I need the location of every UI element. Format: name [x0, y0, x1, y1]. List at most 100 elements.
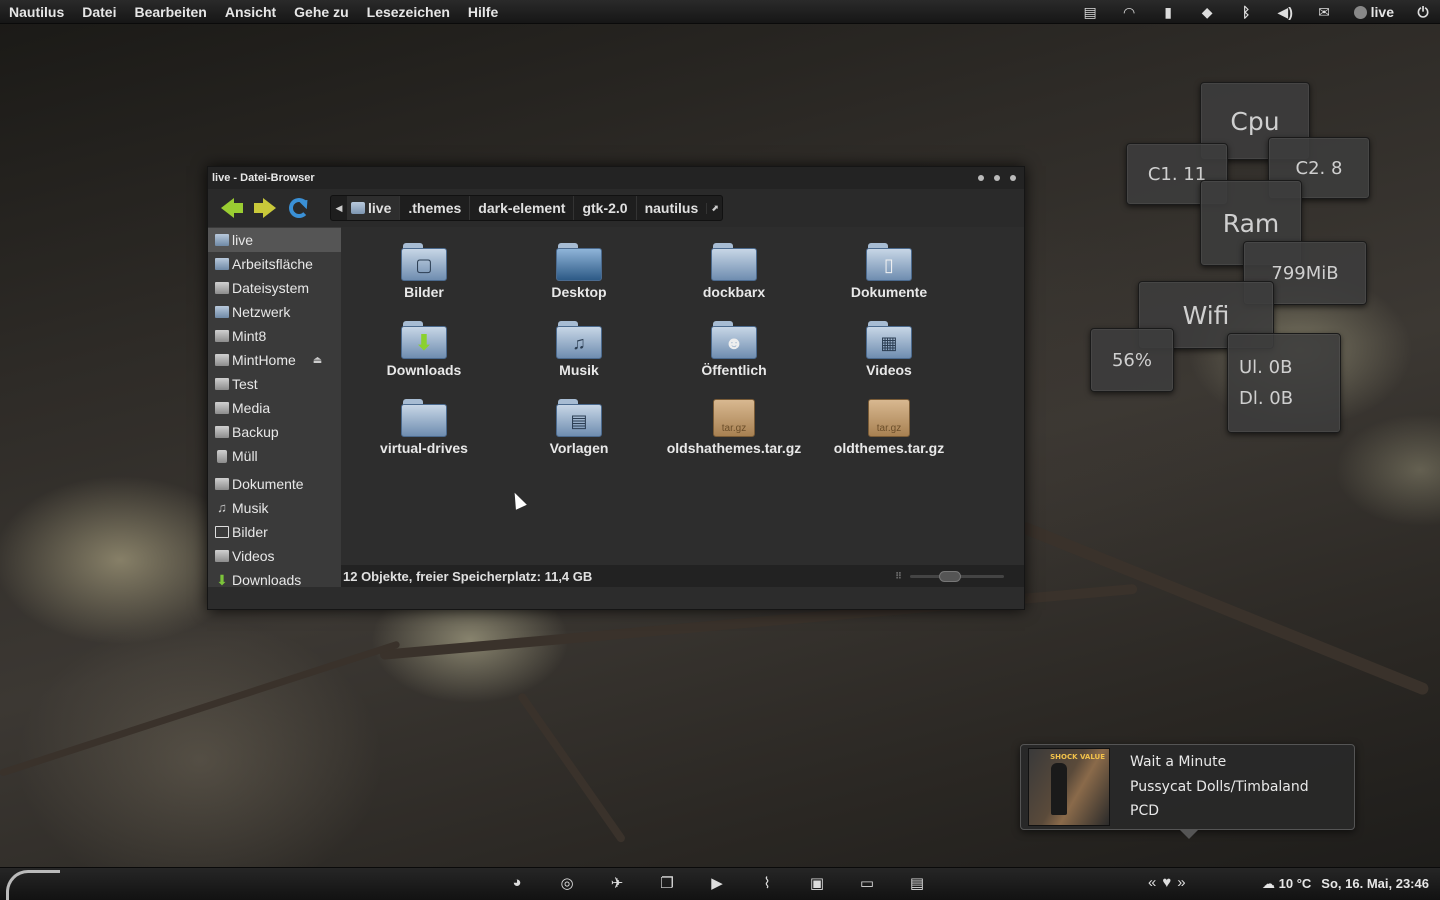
sidebar-item-bilder[interactable]: Bilder [208, 520, 341, 544]
menu-datei[interactable]: Datei [73, 4, 125, 20]
folder-pictures-icon: ▢ [401, 243, 447, 281]
window-switcher-icon[interactable]: ❐ [642, 874, 692, 892]
breadcrumb-live[interactable]: live [347, 196, 400, 220]
folder-templates-icon: ▤ [556, 399, 602, 437]
sidebar-item-dokumente[interactable]: Dokumente [208, 472, 341, 496]
window-controls [978, 175, 1018, 181]
folder-icon [401, 399, 447, 437]
cpu-label: Cpu [1230, 106, 1280, 136]
breadcrumb-themes[interactable]: .themes [399, 196, 469, 220]
grip-icon: ⠿ [894, 571, 902, 581]
file-videos[interactable]: ▦ Videos [814, 321, 964, 378]
activity-monitor-icon[interactable]: ⌇ [742, 874, 792, 892]
file-manager-icon[interactable]: ▤ [892, 874, 942, 892]
breadcrumb-dark-element[interactable]: dark-element [469, 196, 573, 220]
sidebar-item-muell[interactable]: Müll [208, 444, 341, 468]
reload-button[interactable] [282, 193, 316, 223]
user-menu[interactable]: live [1344, 4, 1406, 20]
download-icon: ⬇ [216, 572, 228, 588]
file-desktop[interactable]: Desktop [504, 243, 654, 300]
firefox-icon[interactable]: ◕ [492, 874, 542, 892]
volume-icon[interactable]: ◀) [1266, 4, 1305, 21]
home-icon [215, 234, 229, 246]
sidebar-item-label: live [232, 232, 254, 248]
forward-arrow-icon [253, 198, 276, 218]
weather-icon: ☁ [1262, 876, 1279, 891]
sidebar-item-mint8[interactable]: Mint8 [208, 324, 341, 348]
breadcrumb-nautilus[interactable]: nautilus [635, 196, 707, 220]
reload-icon [289, 198, 309, 218]
breadcrumb-gtk[interactable]: gtk-2.0 [573, 196, 635, 220]
file-dockbarx[interactable]: dockbarx [659, 243, 809, 300]
sidebar-item-dateisystem[interactable]: Dateisystem [208, 276, 341, 300]
clock-area[interactable]: ☁ 10 °C So, 16. Mai, 23:46 [1262, 876, 1429, 892]
maximize-button[interactable] [994, 175, 1000, 181]
sidebar-item-videos[interactable]: Videos [208, 544, 341, 568]
download-value: Dl. 0B [1239, 388, 1294, 409]
archive-icon[interactable]: ▣ [792, 874, 842, 892]
notes-icon[interactable]: ▤ [1071, 4, 1110, 21]
menu-bearbeiten[interactable]: Bearbeiten [125, 4, 215, 20]
breadcrumb-scroll-left-icon[interactable]: ◀ [331, 203, 347, 214]
music-notification[interactable]: SHOCK VALUE Wait a Minute Pussycat Dolls… [1020, 744, 1355, 839]
menu-gehe-zu[interactable]: Gehe zu [285, 4, 357, 20]
file-dokumente[interactable]: ▯ Dokumente [814, 243, 964, 300]
file-oldthemes-tar-gz[interactable]: tar.gz oldthemes.tar.gz [814, 399, 964, 456]
file-oldshathemes-tar-gz[interactable]: tar.gz oldshathemes.tar.gz [659, 399, 809, 456]
sidebar-item-minthome[interactable]: MintHome ⏏ [208, 348, 341, 372]
file-label: Videos [866, 362, 912, 378]
eject-icon[interactable]: ⏏ [313, 355, 322, 366]
cpu-core1-value: C1. 11 [1147, 163, 1207, 185]
thunderbird-icon[interactable]: ✈ [592, 874, 642, 892]
sidebar-item-netzwerk[interactable]: Netzwerk [208, 300, 341, 324]
wallpaper-branch [0, 640, 401, 777]
screen-icon[interactable]: ▭ [842, 874, 892, 892]
sidebar-item-downloads[interactable]: ⬇ Downloads [208, 568, 341, 592]
folder-music-icon: ♫ [556, 321, 602, 359]
heart-icon[interactable]: ♥ [1162, 874, 1171, 891]
minimize-button[interactable] [978, 175, 984, 181]
mint-menu-icon[interactable] [6, 870, 60, 900]
sidebar-item-label: Dateisystem [232, 280, 310, 296]
file-bilder[interactable]: ▢ Bilder [349, 243, 499, 300]
file-downloads[interactable]: ⬇ Downloads [349, 321, 499, 378]
next-icon[interactable]: » [1177, 874, 1185, 891]
menu-lesezeichen[interactable]: Lesezeichen [358, 4, 459, 20]
menu-nautilus[interactable]: Nautilus [0, 4, 73, 20]
pictures-icon [215, 526, 229, 538]
menu-hilfe[interactable]: Hilfe [459, 4, 507, 20]
file-label: oldshathemes.tar.gz [666, 440, 802, 456]
forward-button[interactable] [248, 193, 282, 223]
icon-view[interactable]: ▢ Bilder Desktop dockbarx ▯ Dokumente ⬇ … [341, 227, 1024, 587]
breadcrumb-scroll-right-icon[interactable]: ⬈ [706, 202, 722, 214]
breadcrumb: ◀ live .themes dark-element gtk-2.0 naut… [330, 195, 724, 221]
back-button[interactable] [214, 193, 248, 223]
bluetooth-icon[interactable]: ᛒ [1227, 4, 1266, 20]
sidebar-item-test[interactable]: Test [208, 372, 341, 396]
battery-icon[interactable]: ▮ [1149, 4, 1188, 21]
sidebar-item-musik[interactable]: ♫ Musik [208, 496, 341, 520]
close-button[interactable] [1010, 175, 1016, 181]
previous-icon[interactable]: « [1148, 874, 1156, 891]
sidebar-item-label: Backup [232, 424, 279, 440]
zoom-slider[interactable] [910, 571, 1004, 582]
window-titlebar[interactable]: live - Datei-Browser [208, 167, 1024, 189]
file-oeffentlich[interactable]: ☻ Öffentlich [659, 321, 809, 378]
menu-ansicht[interactable]: Ansicht [216, 4, 285, 20]
power-icon[interactable]: ⏻ [1406, 4, 1440, 21]
dropbox-icon[interactable]: ◆ [1188, 4, 1227, 21]
wifi-label: Wifi [1182, 300, 1230, 330]
media-player-icon[interactable]: ▶ [692, 874, 742, 892]
zoom-slider-handle[interactable] [939, 571, 961, 582]
file-vorlagen[interactable]: ▤ Vorlagen [504, 399, 654, 456]
file-musik[interactable]: ♫ Musik [504, 321, 654, 378]
file-virtual-drives[interactable]: virtual-drives [349, 399, 499, 456]
mail-icon[interactable]: ✉ [1305, 4, 1344, 21]
sidebar-item-live[interactable]: live [208, 228, 341, 252]
sidebar-item-media[interactable]: Media [208, 396, 341, 420]
wifi-icon[interactable]: ◠ [1110, 4, 1149, 21]
sidebar-item-backup[interactable]: Backup [208, 420, 341, 444]
sidebar-item-arbeitsflaeche[interactable]: Arbeitsfläche [208, 252, 341, 276]
drive-icon [215, 402, 229, 414]
chrome-icon[interactable]: ◎ [542, 874, 592, 892]
